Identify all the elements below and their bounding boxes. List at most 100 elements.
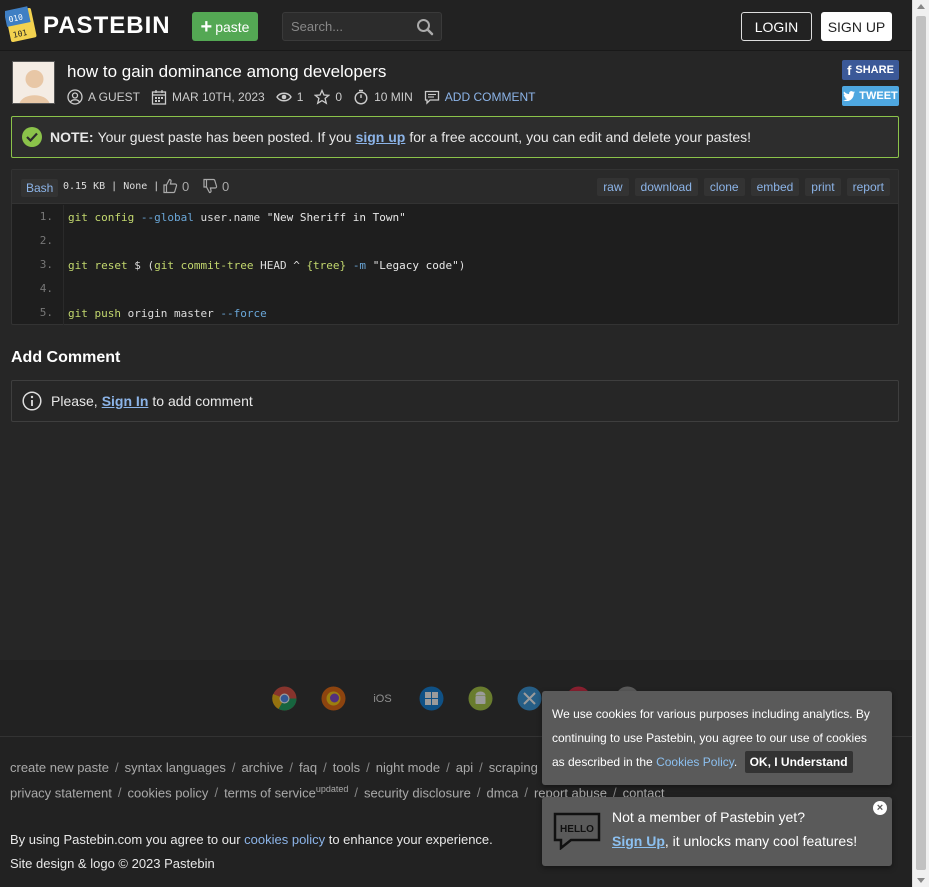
dislike-button[interactable]: 0	[202, 178, 229, 194]
footer-link-create-new-paste[interactable]: create new paste	[10, 760, 109, 775]
code-line-text: git push origin master --force	[68, 306, 267, 320]
download-button[interactable]: download	[634, 178, 698, 196]
signin-link[interactable]: Sign In	[102, 393, 149, 409]
search-box	[282, 12, 442, 41]
footer-link-security-disclosure[interactable]: security disclosure	[364, 785, 471, 800]
twitter-tweet-button[interactable]: TWEET	[842, 86, 899, 106]
views-count: 1	[296, 90, 304, 104]
footer-link-tools[interactable]: tools	[333, 760, 360, 775]
scroll-down-icon[interactable]	[917, 878, 925, 883]
thumbs-up-icon	[163, 178, 178, 194]
check-icon	[22, 127, 42, 147]
footer-link-archive[interactable]: archive	[241, 760, 283, 775]
code-line: 4.	[12, 277, 898, 301]
scroll-up-icon[interactable]	[917, 4, 925, 9]
code-line: 1. git config --global user.name "New Sh…	[12, 205, 898, 229]
footer-link-night-mode[interactable]: night mode	[376, 760, 440, 775]
tweet-label: TWEET	[859, 90, 898, 102]
footer-link-dmca[interactable]: dmca	[487, 785, 519, 800]
ios-label[interactable]: iOS	[370, 693, 395, 705]
notice-signup-link[interactable]: sign up	[356, 129, 406, 145]
meta-date: MAR 10TH, 2023	[151, 89, 265, 105]
footer-link-cookies-policy[interactable]: cookies policy	[128, 785, 209, 800]
stopwatch-icon	[354, 89, 368, 105]
footer-link-syntax-languages[interactable]: syntax languages	[125, 760, 226, 775]
windows-icon[interactable]	[419, 686, 444, 711]
meta-author: A GUEST	[67, 89, 140, 105]
facebook-share-button[interactable]: f SHARE	[842, 60, 899, 80]
hello-speech-bubble-icon: HELLO	[553, 812, 601, 850]
agree-cookies-policy-link[interactable]: cookies policy	[244, 832, 325, 847]
eye-icon	[275, 92, 292, 102]
calendar-icon	[151, 90, 167, 105]
code-line: 3. git reset $ (git commit-tree HEAD ^ {…	[12, 253, 898, 277]
footer-links-row-1: create new paste / syntax languages / archiv…	[10, 760, 559, 775]
member-popup-text: Sign Up, it unlocks many cool features!	[612, 833, 857, 849]
notice-text-before: Your guest paste has been posted. If you	[97, 129, 352, 145]
footer-link-api[interactable]: api	[456, 760, 473, 775]
expire-time: 10 MIN	[374, 90, 413, 104]
code-line: 5. git push origin master --force	[12, 301, 898, 325]
like-count: 0	[182, 178, 190, 194]
search-icon[interactable]	[416, 18, 434, 36]
paste-main: how to gain dominance among developers A…	[0, 51, 912, 660]
close-icon[interactable]: ×	[873, 801, 887, 815]
embed-button[interactable]: embed	[750, 178, 800, 196]
notice-label: NOTE:	[50, 129, 94, 145]
pastebin-logo-icon[interactable]: 010 101	[3, 6, 37, 44]
thumbs-down-icon	[203, 178, 218, 194]
signup-button[interactable]: SIGN UP	[821, 12, 892, 41]
site-logo-text[interactable]: PASTEBIN	[43, 12, 171, 40]
language-badge[interactable]: Bash	[21, 179, 59, 197]
user-icon	[67, 89, 83, 105]
paste-meta: A GUEST MAR 10TH, 2023 1 0 10 MIN ADD CO…	[67, 88, 546, 106]
android-icon[interactable]	[468, 686, 493, 711]
print-button[interactable]: print	[805, 178, 841, 196]
line-number: 2.	[12, 229, 64, 253]
footer-link-terms-of-service[interactable]: terms of service	[224, 785, 316, 800]
report-button[interactable]: report	[846, 178, 890, 196]
meta-stars: 0	[314, 89, 342, 105]
line-number: 4.	[12, 277, 64, 301]
paste-title: how to gain dominance among developers	[67, 62, 387, 81]
new-paste-button[interactable]: + paste	[192, 12, 258, 41]
page-scrollbar[interactable]	[912, 0, 929, 887]
code-toolbar: Bash 0.15 KB | None | 0 0 raw download c…	[12, 170, 898, 204]
code-line: 2.	[12, 229, 898, 253]
add-comment-heading: Add Comment	[11, 349, 121, 366]
add-comment-link[interactable]: ADD COMMENT	[445, 90, 536, 104]
raw-button[interactable]: raw	[597, 178, 629, 196]
search-input[interactable]	[283, 13, 411, 40]
signin-suffix: to add comment	[152, 393, 253, 409]
like-button[interactable]: 0	[162, 178, 189, 194]
line-number: 1.	[12, 205, 64, 229]
meta-expire: 10 MIN	[353, 89, 413, 105]
firefox-icon[interactable]	[321, 686, 346, 711]
star-icon[interactable]	[314, 89, 331, 105]
footer-link-privacy-statement[interactable]: privacy statement	[10, 785, 112, 800]
member-signup-link[interactable]: Sign Up	[612, 833, 665, 849]
login-button[interactable]: LOGIN	[741, 12, 812, 41]
meta-views: 1	[275, 89, 304, 105]
guest-paste-notice: NOTE: Your guest paste has been posted. …	[11, 116, 899, 158]
footer-link-faq[interactable]: faq	[299, 760, 317, 775]
scrollbar-thumb[interactable]	[916, 16, 926, 870]
new-paste-label: paste	[215, 18, 250, 35]
comment-icon	[424, 90, 439, 105]
hello-badge-text: HELLO	[560, 824, 594, 835]
notice-text-after: for a free account, you can edit and del…	[409, 129, 752, 145]
member-popup-suffix: , it unlocks many cool features!	[664, 833, 858, 849]
line-number: 3.	[12, 253, 64, 277]
copyright: Site design & logo © 2023 Pastebin	[10, 856, 215, 871]
plus-icon: +	[200, 15, 213, 38]
cookie-ok-button[interactable]: OK, I Understand	[744, 751, 853, 773]
mac-icon[interactable]	[517, 686, 542, 711]
share-label: SHARE	[855, 64, 894, 76]
info-icon	[22, 391, 42, 411]
paste-date: MAR 10TH, 2023	[172, 90, 265, 104]
code-container: Bash 0.15 KB | None | 0 0 raw download c…	[11, 169, 899, 325]
chrome-icon[interactable]	[272, 686, 297, 711]
cookies-policy-link[interactable]: Cookies Policy	[656, 755, 734, 769]
clone-button[interactable]: clone	[703, 178, 745, 196]
meta-add-comment[interactable]: ADD COMMENT	[424, 89, 536, 105]
